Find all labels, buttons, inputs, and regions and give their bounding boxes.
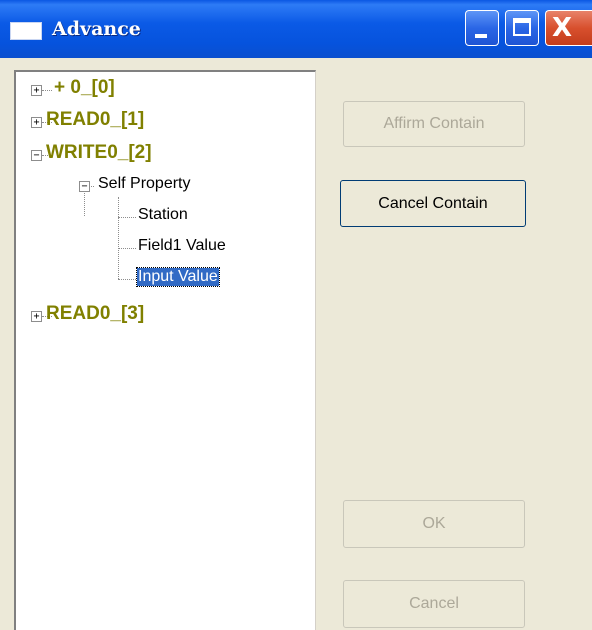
close-icon: X xyxy=(552,13,573,43)
tree-node-label-selected[interactable]: Input Value xyxy=(136,267,220,287)
tree-node-label[interactable]: WRITE0_[2] xyxy=(46,142,152,164)
close-button[interactable]: X xyxy=(545,10,592,46)
tree-view[interactable]: + + 0_[0] + READ0_[1] − WRITE0_[2] − Sel… xyxy=(14,70,316,630)
maximize-icon xyxy=(513,18,531,36)
window-icon xyxy=(10,22,42,40)
collapse-icon[interactable]: − xyxy=(31,150,42,161)
expand-icon[interactable]: + xyxy=(31,311,42,322)
window-title: Advance xyxy=(52,18,141,40)
tree-node-label[interactable]: READ0_[3] xyxy=(46,303,144,325)
affirm-contain-button[interactable]: Affirm Contain xyxy=(343,101,525,147)
expand-icon[interactable]: + xyxy=(31,117,42,128)
cancel-button[interactable]: Cancel xyxy=(343,580,525,628)
title-bar[interactable]: Advance X xyxy=(0,0,592,58)
tree-node-label[interactable]: + 0_[0] xyxy=(54,77,115,99)
ok-button[interactable]: OK xyxy=(343,500,525,548)
minimize-button[interactable] xyxy=(465,10,499,46)
expand-icon[interactable]: + xyxy=(31,85,42,96)
tree-node-label[interactable]: Self Property xyxy=(98,175,190,193)
collapse-icon[interactable]: − xyxy=(79,181,90,192)
maximize-button[interactable] xyxy=(505,10,539,46)
tree-node-label[interactable]: READ0_[1] xyxy=(46,109,144,131)
tree-node-label[interactable]: Field1 Value xyxy=(138,237,226,255)
tree-node-label[interactable]: Station xyxy=(138,206,188,224)
cancel-contain-button[interactable]: Cancel Contain xyxy=(340,180,526,227)
minimize-icon xyxy=(475,34,487,38)
